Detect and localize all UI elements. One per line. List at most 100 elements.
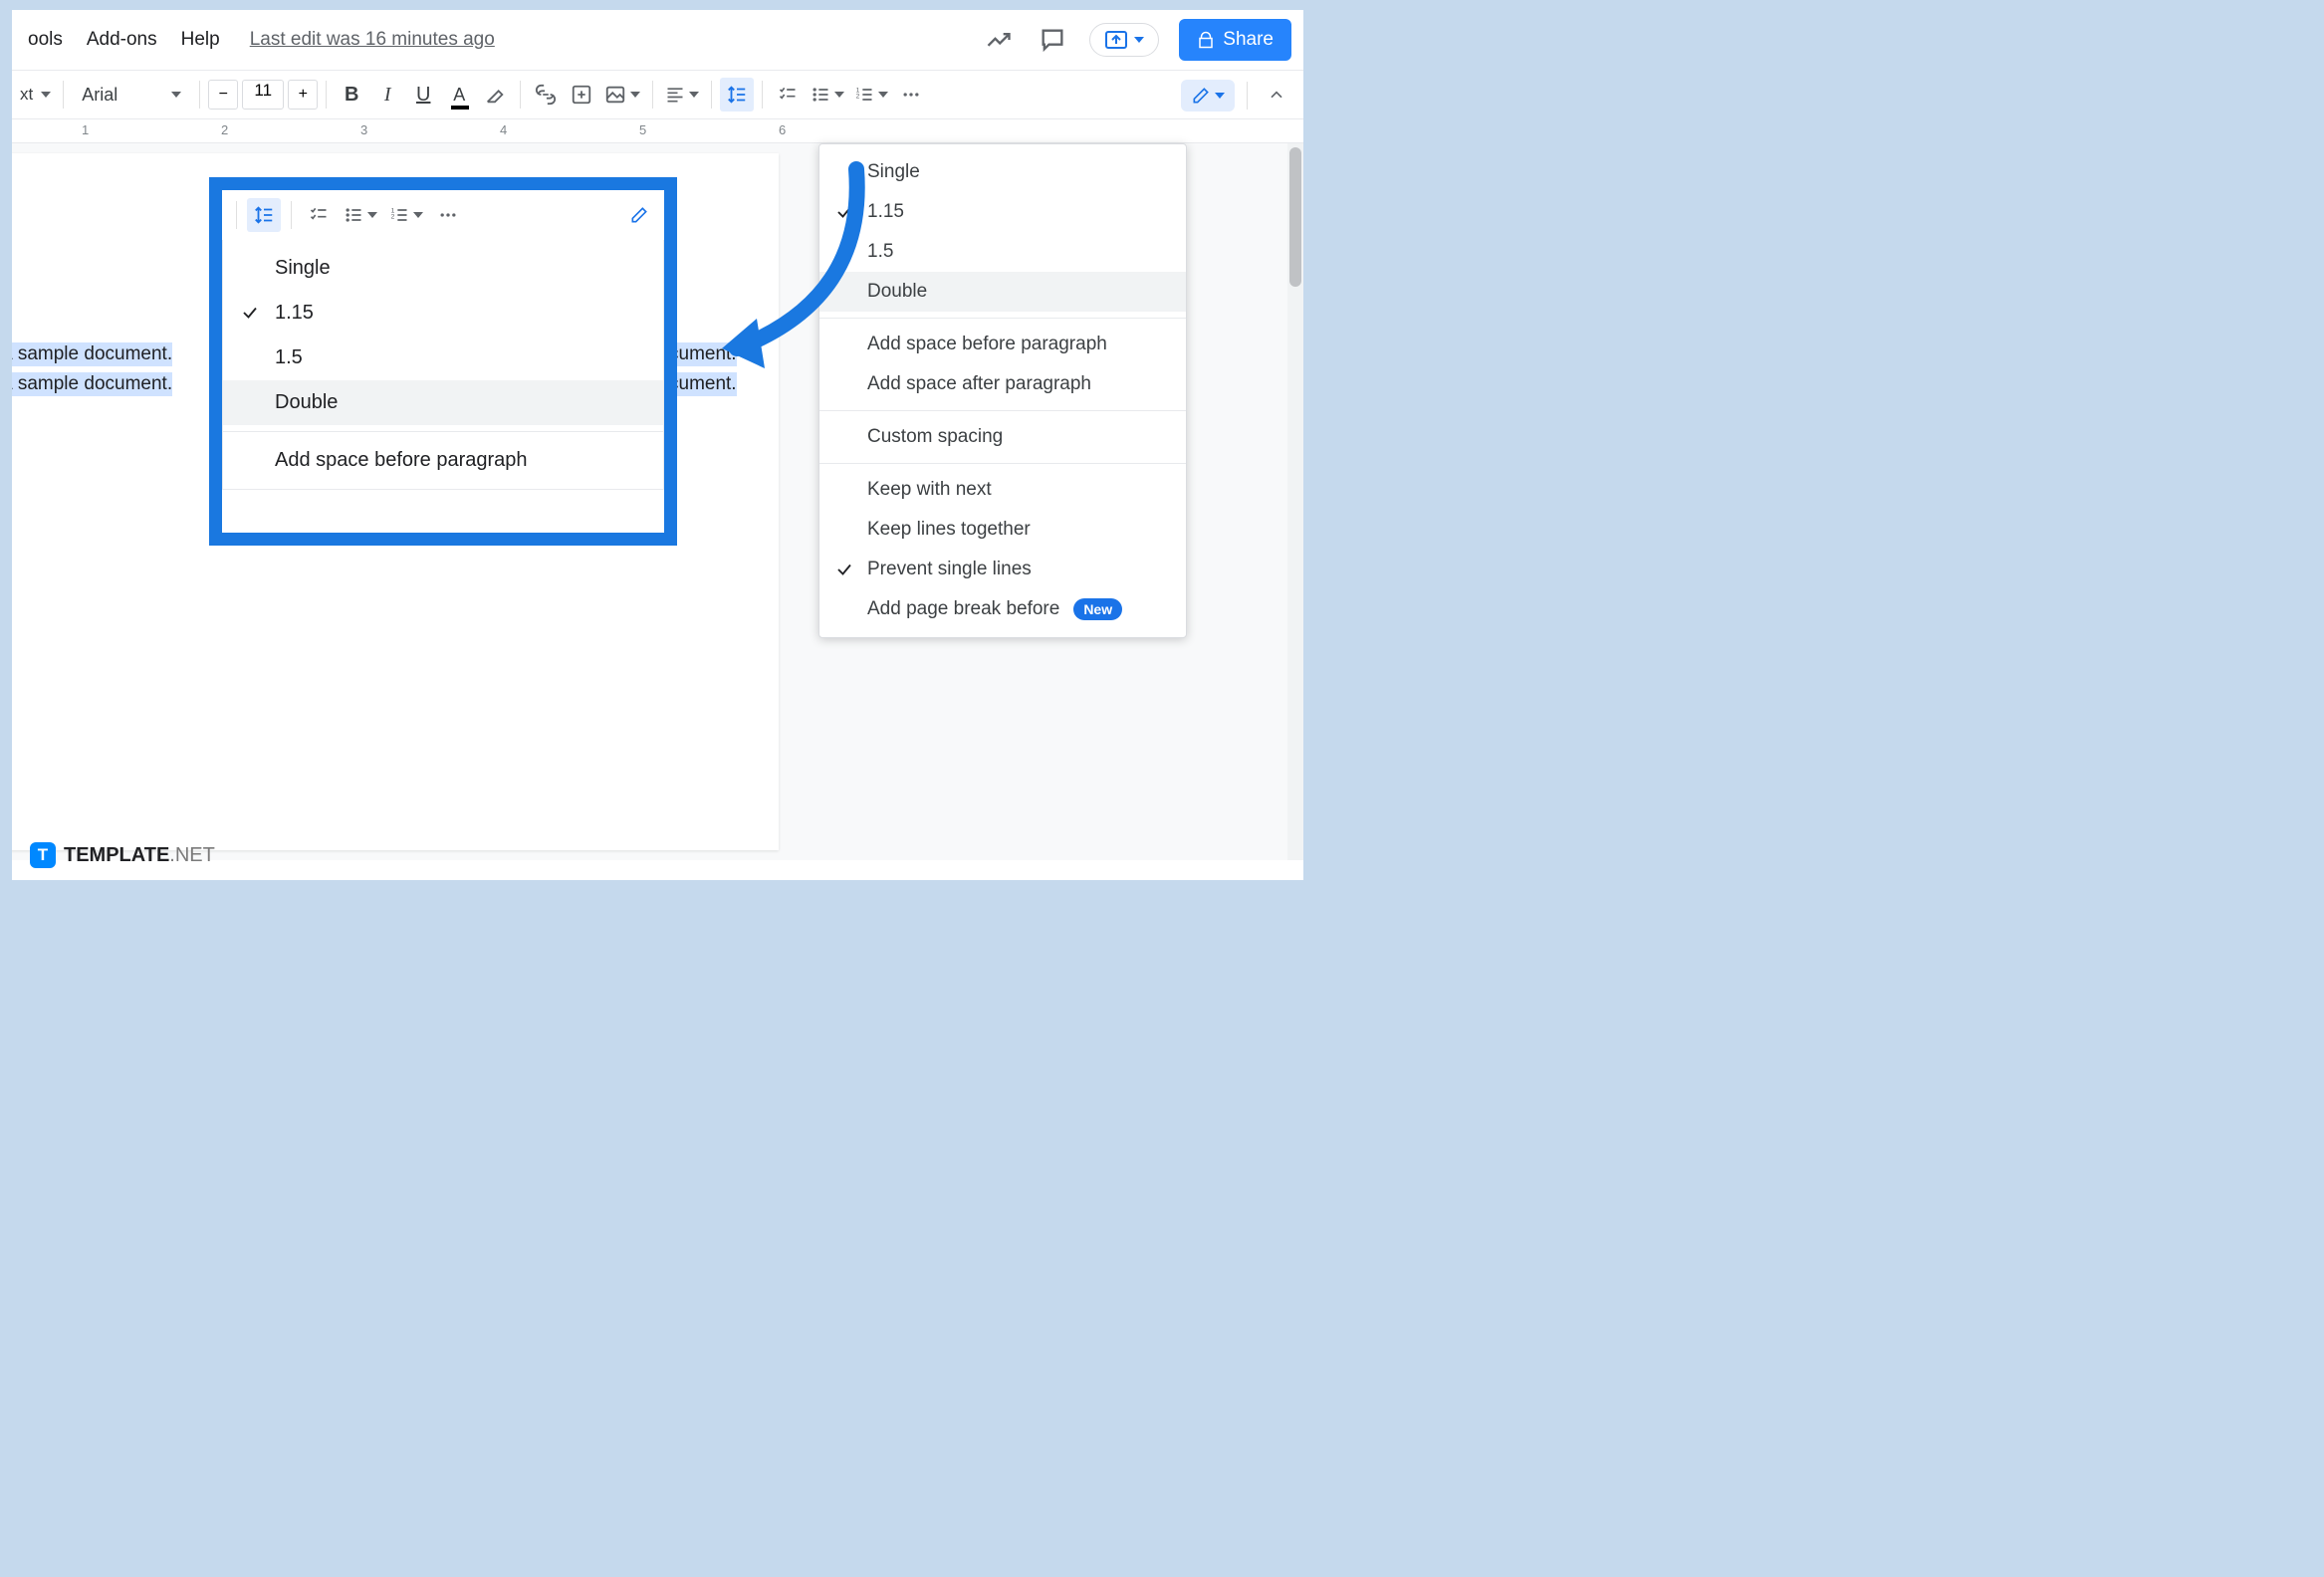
font-family-dropdown[interactable]: Arial: [72, 78, 191, 112]
spacing-option-single[interactable]: Single: [819, 152, 1186, 192]
italic-button[interactable]: I: [370, 78, 404, 112]
add-space-after-option[interactable]: Add space after paragraph: [819, 364, 1186, 404]
spacing-option-single[interactable]: Single: [223, 246, 663, 291]
pencil-icon[interactable]: [622, 198, 656, 232]
spacing-option-15[interactable]: 1.5: [223, 336, 663, 380]
separator: [326, 81, 327, 109]
document-text[interactable]: cument.: [669, 372, 737, 396]
document-text[interactable]: cument.: [669, 342, 737, 366]
more-button[interactable]: [894, 78, 928, 112]
spacing-option-double[interactable]: Double: [819, 272, 1186, 312]
separator: [762, 81, 763, 109]
numbered-list-button[interactable]: 12: [850, 78, 892, 112]
comments-icon[interactable]: [1036, 23, 1069, 57]
menu-divider: [819, 463, 1186, 464]
align-button[interactable]: [661, 78, 703, 112]
decrease-font-size-button[interactable]: −: [208, 80, 238, 110]
bold-button[interactable]: B: [335, 78, 368, 112]
new-badge: New: [1073, 598, 1122, 620]
line-spacing-button[interactable]: [720, 78, 754, 112]
separator: [291, 201, 292, 229]
custom-spacing-option[interactable]: Custom spacing: [819, 417, 1186, 457]
chevron-down-icon: [834, 92, 844, 98]
insert-link-button[interactable]: [529, 78, 563, 112]
checklist-button[interactable]: [302, 198, 336, 232]
spacing-option-115[interactable]: 1.15: [819, 192, 1186, 232]
present-button[interactable]: [1089, 23, 1159, 57]
watermark-text: TEMPLATE: [64, 844, 169, 866]
ruler-mark: 5: [639, 122, 646, 137]
template-logo-icon: T: [30, 842, 56, 868]
checklist-button[interactable]: [771, 78, 805, 112]
last-edit-link[interactable]: Last edit was 16 minutes ago: [250, 29, 495, 51]
keep-with-next-option[interactable]: Keep with next: [819, 470, 1186, 510]
spacing-option-double[interactable]: Double: [223, 380, 663, 425]
document-text[interactable]: a sample document.: [12, 372, 172, 396]
tutorial-highlight: 12 Single 1.15 1.5 Double Add space befo…: [209, 177, 677, 546]
increase-font-size-button[interactable]: +: [288, 80, 318, 110]
add-space-before-option[interactable]: Add space before paragraph: [223, 438, 663, 483]
check-icon: [835, 561, 853, 578]
add-comment-button[interactable]: [565, 78, 598, 112]
highlight-color-button[interactable]: [478, 78, 512, 112]
chevron-down-icon: [689, 92, 699, 98]
add-space-before-option[interactable]: Add space before paragraph: [819, 325, 1186, 364]
separator: [63, 81, 64, 109]
check-icon: [835, 203, 853, 221]
menu-divider: [819, 410, 1186, 411]
check-icon: [241, 304, 259, 322]
highlight-dropdown: Single 1.15 1.5 Double Add space before …: [222, 240, 664, 490]
separator: [520, 81, 521, 109]
menu-addons[interactable]: Add-ons: [75, 21, 169, 59]
font-size-input[interactable]: 11: [242, 80, 284, 110]
chevron-down-icon: [1215, 93, 1225, 99]
menu-help[interactable]: Help: [169, 21, 232, 59]
prevent-single-lines-option[interactable]: Prevent single lines: [819, 550, 1186, 589]
chevron-down-icon: [413, 212, 423, 218]
separator: [711, 81, 712, 109]
chevron-down-icon: [1134, 37, 1144, 43]
keep-lines-together-option[interactable]: Keep lines together: [819, 510, 1186, 550]
more-button[interactable]: [431, 198, 465, 232]
ruler-mark: 4: [500, 122, 507, 137]
bulleted-list-button[interactable]: [340, 198, 381, 232]
scroll-thumb[interactable]: [1289, 147, 1301, 287]
chevron-down-icon: [41, 92, 51, 98]
add-page-break-before-option[interactable]: Add page break before New: [819, 589, 1186, 629]
text-color-button[interactable]: A: [442, 78, 476, 112]
chevron-down-icon: [171, 92, 181, 98]
scrollbar[interactable]: [1287, 143, 1303, 860]
ruler-mark: 3: [360, 122, 367, 137]
spacing-option-115[interactable]: 1.15: [223, 291, 663, 336]
menu-divider: [819, 318, 1186, 319]
chevron-down-icon: [630, 92, 640, 98]
ruler-mark: 2: [221, 122, 228, 137]
separator: [199, 81, 200, 109]
ruler: 1 2 3 4 5 6: [12, 119, 1303, 143]
ruler-mark: 1: [82, 122, 89, 137]
toolbar: xt Arial − 11 + B I U A: [12, 70, 1303, 119]
watermark: T TEMPLATE.NET: [30, 842, 215, 868]
chevron-down-icon: [367, 212, 377, 218]
menubar: ools Add-ons Help Last edit was 16 minut…: [12, 10, 1303, 70]
underline-button[interactable]: U: [406, 78, 440, 112]
separator: [1247, 82, 1248, 110]
svg-text:2: 2: [391, 213, 395, 220]
numbered-list-button[interactable]: 12: [385, 198, 427, 232]
editing-mode-button[interactable]: [1181, 80, 1235, 112]
menu-tools[interactable]: ools: [16, 21, 75, 59]
collapse-toolbar-button[interactable]: [1260, 79, 1293, 113]
text-style-dropdown[interactable]: xt: [16, 78, 55, 112]
document-text[interactable]: a sample document.: [12, 342, 172, 366]
watermark-text: .NET: [169, 844, 215, 866]
activity-icon[interactable]: [982, 23, 1016, 57]
bulleted-list-button[interactable]: [807, 78, 848, 112]
insert-image-button[interactable]: [600, 78, 644, 112]
svg-text:2: 2: [856, 93, 860, 100]
line-spacing-button[interactable]: [247, 198, 281, 232]
spacing-option-15[interactable]: 1.5: [819, 232, 1186, 272]
share-label: Share: [1223, 29, 1274, 51]
share-button[interactable]: Share: [1179, 19, 1291, 61]
separator: [236, 201, 237, 229]
menu-divider: [223, 431, 663, 432]
